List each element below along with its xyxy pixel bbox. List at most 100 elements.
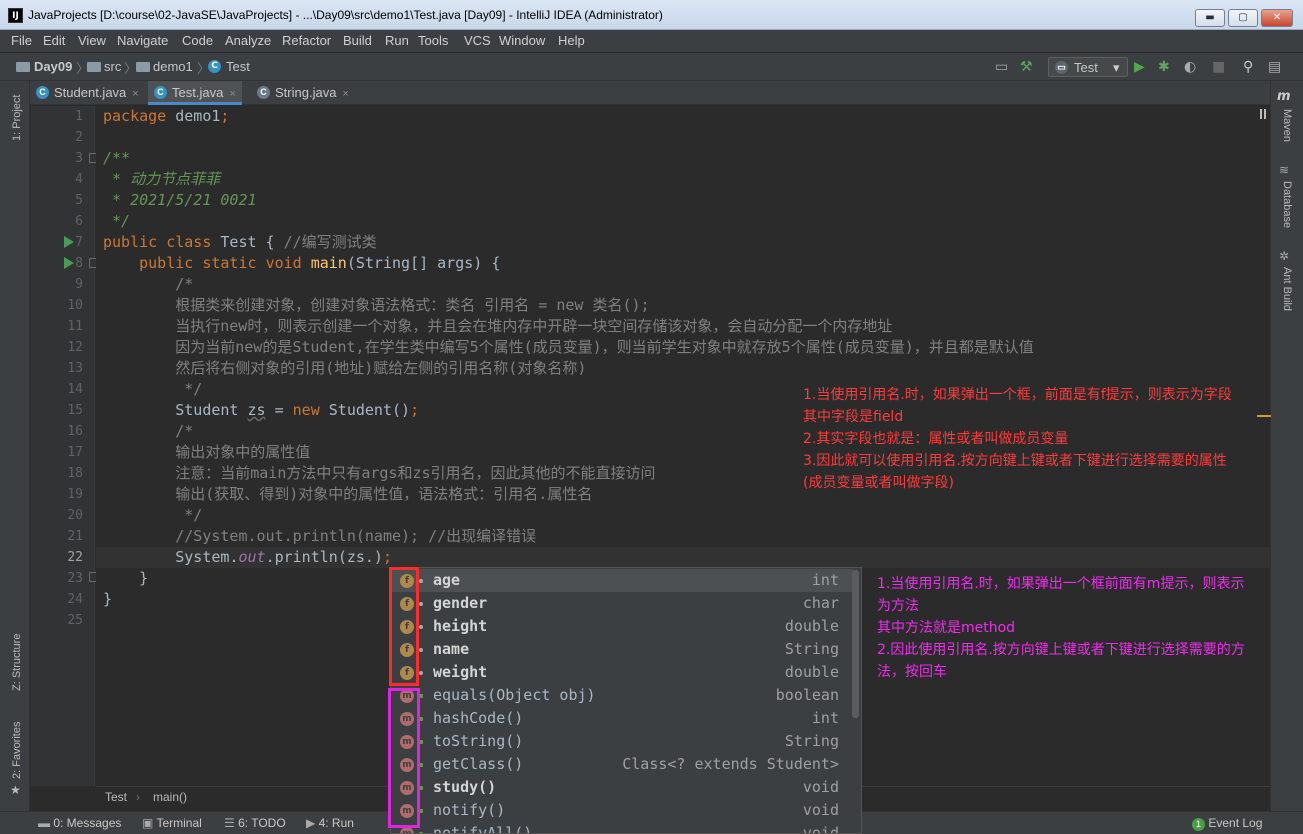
- tab-test-java[interactable]: C Test.java ×: [148, 81, 242, 105]
- right-tool-stripe: m Maven ≋ Database ✲ Ant Build: [1270, 81, 1303, 811]
- popup-scrollbar[interactable]: [852, 570, 859, 718]
- menu-vcs[interactable]: VCS: [464, 33, 491, 48]
- run-label: 4: Run: [318, 816, 354, 830]
- completion-method-item[interactable]: m equals(Object obj) boolean: [391, 684, 853, 707]
- completion-field-item[interactable]: f age int: [391, 569, 853, 592]
- project-tool-button[interactable]: 1: Project: [11, 95, 23, 141]
- completion-type: Class<? extends Student>: [622, 755, 839, 773]
- run-gutter-icon[interactable]: [64, 257, 74, 269]
- close-icon[interactable]: ×: [229, 88, 235, 100]
- tab-label: Test.java: [172, 85, 224, 100]
- code-line: /*: [103, 275, 194, 293]
- search-icon[interactable]: ⚲: [1243, 59, 1253, 75]
- code-line: public static void main(String[] args) {: [139, 254, 501, 272]
- minimize-button[interactable]: ▬: [1195, 9, 1225, 27]
- breadcrumb-class[interactable]: Test: [105, 790, 127, 804]
- completion-name: equals(Object obj): [433, 686, 596, 704]
- maven-tool-button[interactable]: Maven: [1281, 109, 1293, 142]
- menu-run[interactable]: Run: [385, 33, 409, 48]
- close-icon[interactable]: ×: [132, 88, 138, 100]
- messages-icon: ▬: [38, 816, 50, 830]
- line-number: 16: [67, 424, 83, 439]
- completion-method-item[interactable]: m notifyAll() void: [391, 822, 853, 833]
- breadcrumb-src[interactable]: src: [104, 59, 121, 74]
- code-line: * 动力节点菲菲: [103, 170, 221, 188]
- completion-type: void: [802, 801, 839, 819]
- tab-student-java[interactable]: C Student.java ×: [30, 81, 145, 105]
- messages-tool-button[interactable]: ▬ 0: Messages: [38, 816, 121, 830]
- completion-field-item[interactable]: f gender char: [391, 592, 853, 615]
- line-number: 8: [75, 256, 83, 271]
- menu-view[interactable]: View: [78, 33, 106, 48]
- completion-type: double: [784, 663, 839, 681]
- menu-tools[interactable]: Tools: [418, 33, 448, 48]
- visibility-icon: [419, 602, 423, 606]
- coverage-icon[interactable]: ◐: [1184, 59, 1196, 75]
- editor-tabs: C Student.java × C Test.java × C String.ja…: [30, 81, 1270, 105]
- code-completion-popup[interactable]: f age int f gender char f height double f name Stri…: [390, 567, 862, 834]
- line-number: 25: [67, 613, 83, 628]
- src-folder-icon: [87, 62, 101, 72]
- menu-help[interactable]: Help: [558, 33, 585, 48]
- annotation-line: 1.当使用引用名.时，如果弹出一个框前面有m提示，则表示: [877, 576, 1245, 592]
- breadcrumb-demo1[interactable]: demo1: [153, 59, 193, 74]
- code-line: 因为当前new的是Student,在学生类中编写5个属性(成员变量)，则当前学生…: [103, 338, 1034, 356]
- menu-build[interactable]: Build: [343, 33, 372, 48]
- todo-tool-button[interactable]: ☰ 6: TODO: [224, 816, 286, 830]
- terminal-tool-button[interactable]: ▣ Terminal: [142, 816, 202, 830]
- menu-edit[interactable]: Edit: [43, 33, 65, 48]
- database-tool-button[interactable]: Database: [1281, 181, 1293, 228]
- menu-window[interactable]: Window: [499, 33, 545, 48]
- ant-build-tool-button[interactable]: Ant Build: [1281, 267, 1293, 311]
- code-line: 注意：当前main方法中只有args和zs引用名，因此其他的不能直接访问: [103, 464, 656, 482]
- breadcrumb-separator-icon: ›: [136, 790, 140, 804]
- menu-refactor[interactable]: Refactor: [282, 33, 331, 48]
- breadcrumb-method[interactable]: main(): [153, 790, 187, 804]
- annotation-line: 2.因此使用引用名.按方向键上键或者下键进行选择需要的方: [877, 642, 1245, 658]
- debug-bug-icon[interactable]: ✱: [1158, 59, 1170, 75]
- line-number: 10: [67, 298, 83, 313]
- breadcrumb-test[interactable]: Test: [226, 59, 250, 74]
- class-icon: C: [36, 86, 49, 99]
- completion-method-item[interactable]: m toString() String: [391, 730, 853, 753]
- line-number: 21: [67, 529, 83, 544]
- run-gutter-icon[interactable]: [64, 236, 74, 248]
- structure-tool-button[interactable]: Z: Structure: [11, 634, 23, 691]
- completion-name: hashCode(): [433, 709, 524, 727]
- window-icon[interactable]: ▭: [995, 59, 1008, 75]
- line-number: 11: [67, 319, 83, 334]
- menu-navigate[interactable]: Navigate: [117, 33, 168, 48]
- run-configuration-select[interactable]: ▭ Test ▾: [1048, 57, 1128, 77]
- completion-field-item[interactable]: f name String: [391, 638, 853, 661]
- line-number: 9: [75, 277, 83, 292]
- menu-file[interactable]: File: [11, 33, 32, 48]
- completion-field-item[interactable]: f height double: [391, 615, 853, 638]
- terminal-label: Terminal: [156, 816, 202, 830]
- project-structure-icon[interactable]: ▤: [1268, 59, 1281, 75]
- run-tool-button[interactable]: ▶ 4: Run: [306, 816, 354, 830]
- completion-name: notify(): [433, 801, 506, 819]
- completion-field-item[interactable]: f weight double: [391, 661, 853, 684]
- close-window-button[interactable]: ✕: [1261, 9, 1293, 27]
- tab-label: String.java: [275, 85, 337, 100]
- stop-icon[interactable]: ■: [1212, 59, 1225, 75]
- completion-method-item[interactable]: m notify() void: [391, 799, 853, 822]
- code-line: 当执行new时，则表示创建一个对象，并且会在堆内存中开辟一块空间存储该对象，会自…: [103, 317, 893, 335]
- run-icon[interactable]: ▶: [1134, 59, 1145, 75]
- breadcrumb-day09[interactable]: Day09: [34, 59, 72, 74]
- run-icon: ▶: [306, 816, 316, 830]
- close-icon[interactable]: ×: [342, 88, 348, 100]
- line-number: 2: [75, 130, 83, 145]
- completion-method-item[interactable]: m study() void: [391, 776, 853, 799]
- completion-method-item[interactable]: m getClass() Class<? extends Student>: [391, 753, 853, 776]
- line-number: 7: [75, 235, 83, 250]
- menu-code[interactable]: Code: [182, 33, 213, 48]
- code-line: 输出对象中的属性值: [103, 443, 311, 461]
- favorites-tool-button[interactable]: 2: Favorites: [11, 722, 23, 779]
- event-log-button[interactable]: 1 Event Log: [1192, 816, 1262, 831]
- menu-analyze[interactable]: Analyze: [225, 33, 271, 48]
- tab-string-java[interactable]: C String.java ×: [251, 81, 355, 105]
- maximize-button[interactable]: ▢: [1228, 9, 1258, 27]
- build-hammer-icon[interactable]: ⚒: [1020, 59, 1033, 75]
- completion-method-item[interactable]: m hashCode() int: [391, 707, 853, 730]
